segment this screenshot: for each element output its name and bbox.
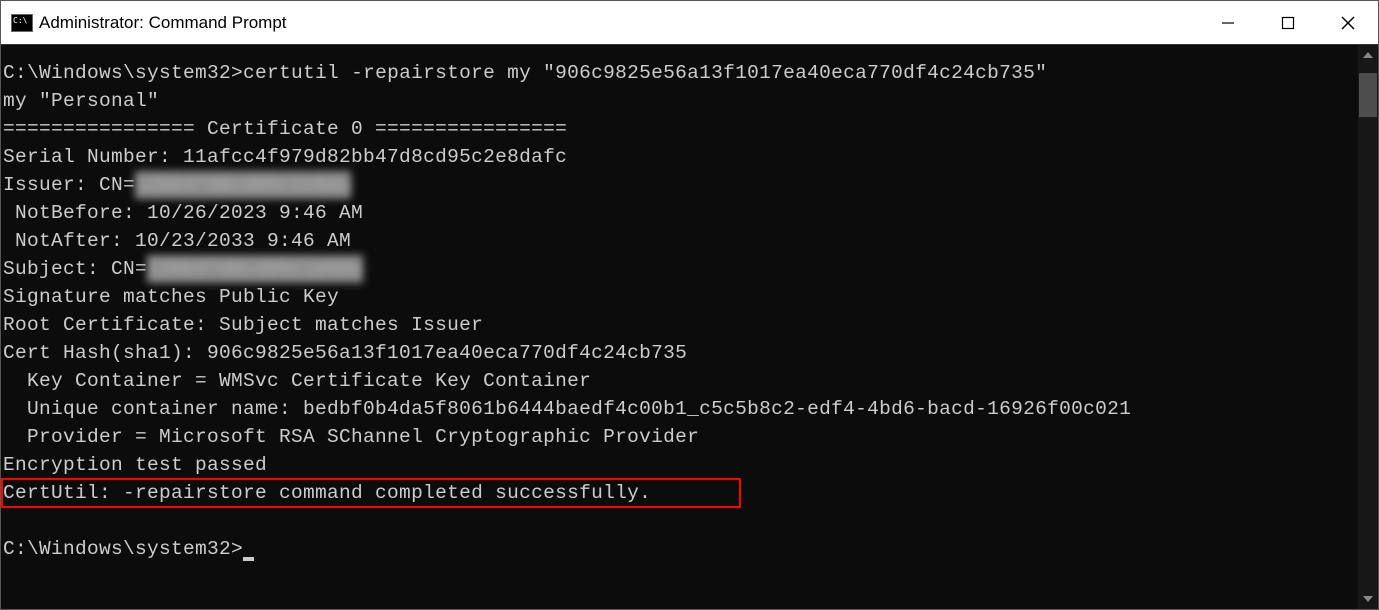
terminal-line-highlighted: CertUtil: -repairstore command completed… [3,479,1358,507]
cmd-icon [11,14,33,32]
terminal-line: ================ Certificate 0 =========… [3,115,1358,143]
terminal-line: Key Container = WMSvc Certificate Key Co… [3,367,1358,395]
chevron-up-icon [1363,52,1373,58]
terminal-line: Unique container name: bedbf0b4da5f8061b… [3,395,1358,423]
close-icon [1341,16,1355,30]
issuer-prefix: Issuer: CN= [3,174,135,196]
terminal-line: Cert Hash(sha1): 906c9825e56a13f1017ea40… [3,339,1358,367]
terminal-line: C:\Windows\system32> [3,535,1358,563]
terminal-line: Encryption test passed [3,451,1358,479]
titlebar-left: Administrator: Command Prompt [1,13,287,33]
close-button[interactable] [1318,1,1378,44]
minimize-icon [1221,16,1235,30]
chevron-down-icon [1363,596,1373,602]
maximize-button[interactable] [1258,1,1318,44]
terminal-line: my "Personal" [3,87,1358,115]
terminal-line: Serial Number: 11afcc4f979d82bb47d8cd95c… [3,143,1358,171]
terminal-line: C:\Windows\system32>certutil -repairstor… [3,59,1358,87]
prompt: C:\Windows\system32> [3,538,243,560]
terminal-line: NotBefore: 10/26/2023 9:46 AM [3,199,1358,227]
terminal-line: Subject: CN=12bb47d8cd95c1e8du [3,255,1358,283]
terminal-line [3,507,1358,535]
terminal-area: C:\Windows\system32>certutil -repairstor… [1,45,1378,609]
titlebar: Administrator: Command Prompt [1,1,1378,45]
terminal-line: Provider = Microsoft RSA SChannel Crypto… [3,423,1358,451]
window-title: Administrator: Command Prompt [39,13,287,33]
terminal-line: Root Certificate: Subject matches Issuer [3,311,1358,339]
terminal-line: Signature matches Public Key [3,283,1358,311]
scroll-up-button[interactable] [1358,45,1378,65]
terminal-line: Issuer: CN=12bb47d8cd95c1e8du [3,171,1358,199]
scrollbar[interactable] [1358,45,1378,609]
issuer-blurred: 12bb47d8cd95c1e8du [135,171,351,199]
scroll-thumb[interactable] [1359,73,1377,117]
minimize-button[interactable] [1198,1,1258,44]
prompt: C:\Windows\system32> [3,62,243,84]
subject-blurred: 12bb47d8cd95c1e8du [147,255,363,283]
subject-prefix: Subject: CN= [3,258,147,280]
terminal-line: NotAfter: 10/23/2033 9:46 AM [3,227,1358,255]
scroll-down-button[interactable] [1358,589,1378,609]
window-controls [1198,1,1378,44]
maximize-icon [1281,16,1295,30]
cursor [243,557,254,561]
terminal[interactable]: C:\Windows\system32>certutil -repairstor… [1,45,1358,609]
command: certutil -repairstore my "906c9825e56a13… [243,62,1047,84]
